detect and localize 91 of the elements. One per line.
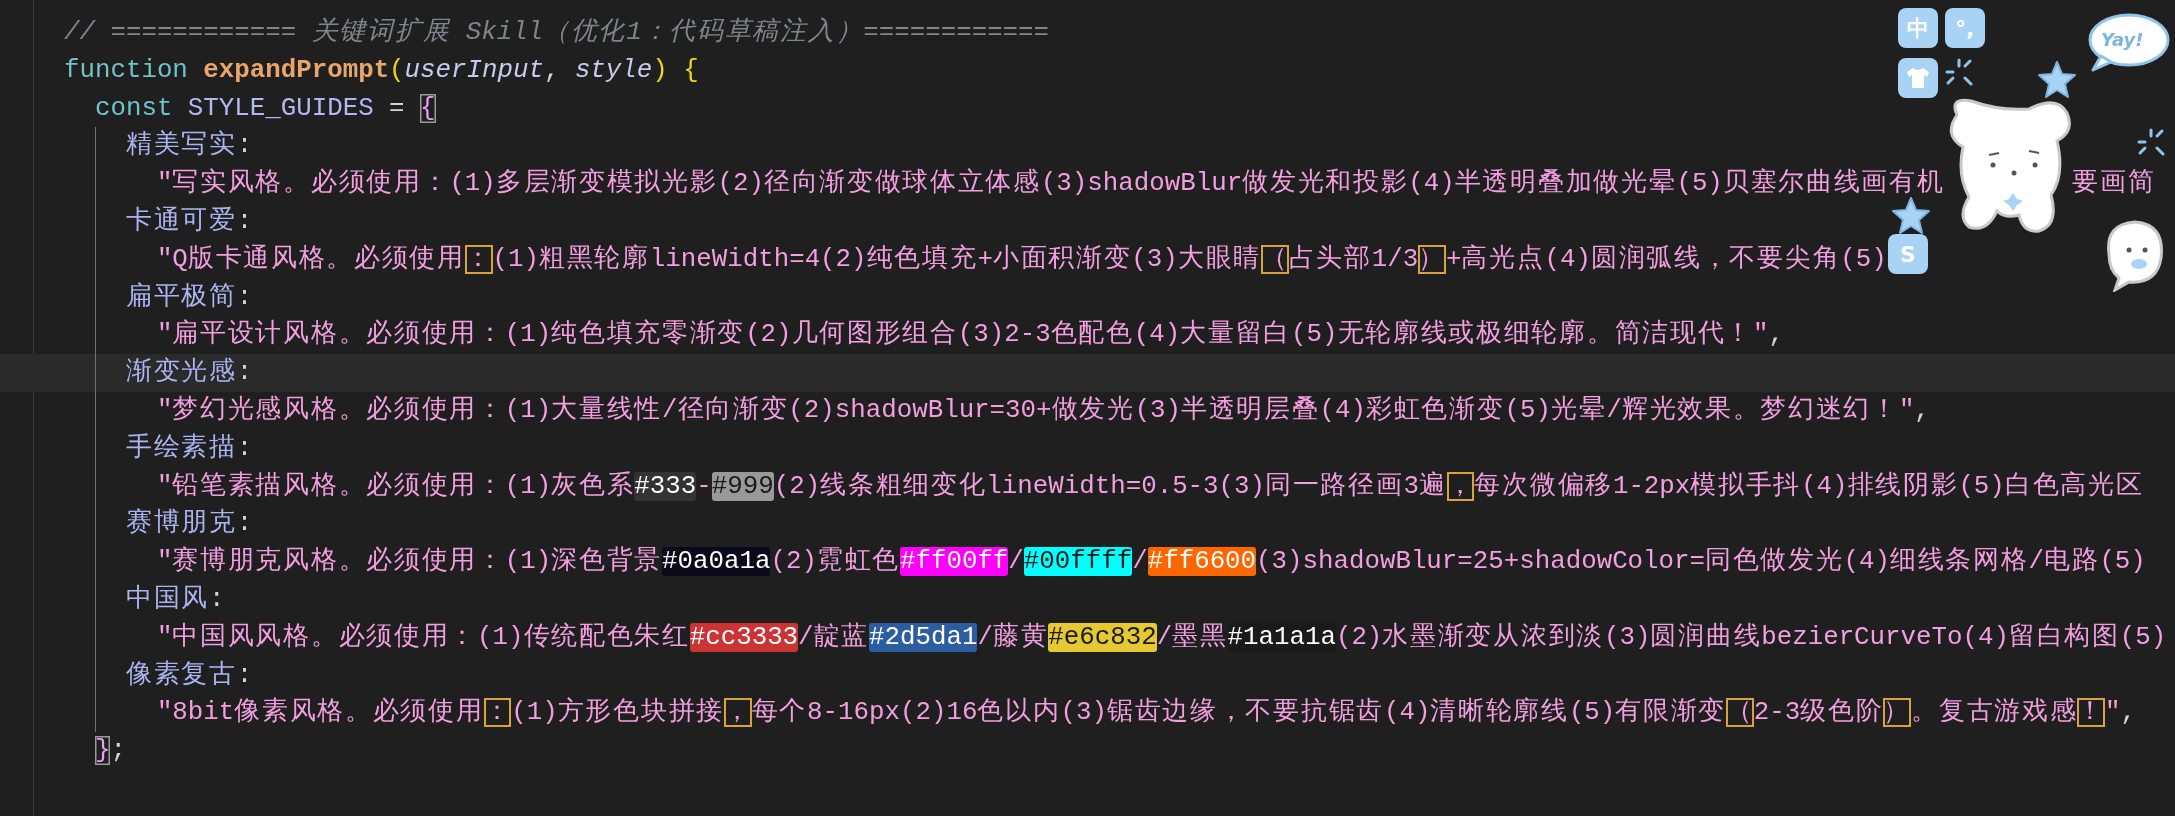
string-literal: "铅笔素描风格。必须使用：(1)灰色系 [155,471,635,501]
string-literal: +高光点(4)圆润弧线，不要尖角(5) [1445,244,1887,274]
bubble-text: Yay! [2101,28,2144,52]
color-swatch: #0a0a1a [662,547,771,577]
highlighted-character: ） [1883,698,1912,728]
star-icon [2037,60,2077,100]
string-literal: 要画简 [2072,169,2156,199]
color-swatch: #2d5da1 [869,622,978,652]
ime-button[interactable]: °, [1945,8,1985,48]
string-literal: / [1132,547,1148,577]
string-literal: "8bit像素风格。必须使用 [155,698,484,728]
color-swatch: #cc3333 [689,622,799,652]
object-key: 手绘素描 [64,433,237,463]
highlighted-character: ： [464,244,493,274]
bracket: { [682,55,699,85]
string-literal: "中国风风格。必须使用：(1)传统配色朱红 [155,622,690,652]
matched-bracket: } [93,736,111,766]
skin-button[interactable] [1898,58,1938,98]
string-literal: (1)方形色块拼接 [511,698,724,728]
string-literal: "扁平设计风格。必须使用：(1)纯色填充零渐变(2)几何图形组合(3)2-3色配色(4)大量留白(5)无轮廓线或极细轮廓。简洁现代！" [155,320,1769,350]
color-swatch: #999 [711,471,774,501]
string-literal: "赛博朋克风格。必须使用：(1)深色背景 [155,547,663,577]
string-literal: 占头部1/3 [1288,244,1419,274]
shirt-icon [1905,67,1931,89]
object-key: 扁平极简 [64,282,237,312]
punctuation: : [236,131,253,161]
color-swatch: #ff00ff [900,547,1009,577]
string-literal: "写实风格。必须使用：(1)多层渐变模拟光影(2)径向渐变做球体立体感(3)shadowBlur做发光和投影(4)半透明叠加做光晕(5)贝塞尔曲线画有机 [155,169,1945,199]
string-literal: /藤黄 [977,622,1049,652]
color-swatch: #333 [634,471,697,501]
highlighted-character: ： [483,698,512,728]
parameter-name: style [573,55,653,85]
color-swatch: #ff6600 [1147,547,1257,577]
string-literal: "Q版卡通风格。必须使用 [155,244,465,274]
punctuation: : [236,509,253,539]
bracket: ) [652,55,668,85]
string-literal: 2-3级色阶 [1753,698,1884,728]
string-literal: 每个8-16px(2)16色以内(3)锯齿边缘，不要抗锯齿(4)清晰轮廓线(5)有限渐变 [751,698,1727,728]
highlighted-character: （ [1726,698,1754,728]
ime-button[interactable]: S [1888,234,1928,274]
ime-button[interactable]: 中 [1898,8,1938,48]
punctuation: : [236,207,253,236]
string-literal: / [1008,547,1024,577]
highlighted-character: ， [1446,471,1475,501]
string-literal: (2)线条粗细变化lineWidth=0.5-3(3)同一路径画3遍 [773,471,1447,501]
punctuation: ; [110,736,126,766]
color-swatch: #00ffff [1023,547,1133,577]
punctuation: : [236,660,253,690]
highlighted-character: ） [1418,244,1446,274]
string-literal: /墨黑 [1156,622,1228,652]
string-literal: "梦幻光感风格。必须使用：(1)大量线性/径向渐变(2)shadowBlur=30+做发光(3)半透明层叠(4)彩虹色渐变(5)光晕/辉光效果。梦幻迷幻！" [155,395,1915,425]
function-name: expandPrompt [202,55,390,85]
punctuation: = [388,93,406,123]
color-swatch: #e6c832 [1048,622,1157,652]
star-icon [1891,196,1931,236]
bracket: ( [389,55,405,85]
matched-bracket: { [420,93,436,123]
sparkle-icon [2137,128,2165,156]
punctuation: , [1768,320,1784,350]
string-literal: (2)霓虹色 [770,547,900,577]
highlighted-character: ！ [2077,698,2106,728]
object-key: 卡通可爱 [64,207,237,236]
object-key: 赛博朋克 [64,509,237,539]
string-literal: (3)shadowBlur=25+shadowColor=同色做发光(4)细线条网格/电路(5) [1256,547,2146,577]
punctuation: : [209,584,225,614]
color-swatch: #1a1a1a [1227,622,1336,652]
object-key: 像素复古 [64,660,237,690]
variable-name: STYLE_GUIDES [186,93,374,123]
code-comment: // ============ 关键词扩展 Skill（优化1：代码草稿注入）============ [64,18,1050,47]
sparkle-icon [1945,58,1973,86]
string-literal: 。复古游戏感 [1911,698,2078,728]
string-literal: (1)粗黑轮廓lineWidth=4(2)纯色填充+小面积渐变(3)大眼睛 [492,244,1261,274]
object-key: 精美写实 [64,131,237,161]
highlighted-character: ， [723,698,752,728]
parameter-name: userInput [404,55,544,85]
punctuation: , [543,55,560,85]
punctuation: , [2120,698,2136,728]
punctuation: : [236,358,253,388]
string-literal: /靛蓝 [798,622,869,652]
string-literal: " [2105,698,2121,728]
code-keyword: const [93,93,173,123]
code-keyword: function [64,55,188,85]
object-key: 渐变光感 [64,358,237,388]
punctuation: : [236,282,253,312]
string-literal: 每次微偏移1-2px模拟手抖(4)排线阴影(5)白色高光区 [1474,471,2144,501]
punctuation: , [1914,395,1930,425]
highlighted-character: （ [1260,244,1289,274]
string-literal: - [696,471,712,501]
string-literal: (2)水墨渐变从浓到淡(3)圆润曲线bezierCurveTo(4)留白构图(5) [1335,622,2167,652]
punctuation: : [236,433,253,463]
object-key: 中国风 [64,584,210,614]
